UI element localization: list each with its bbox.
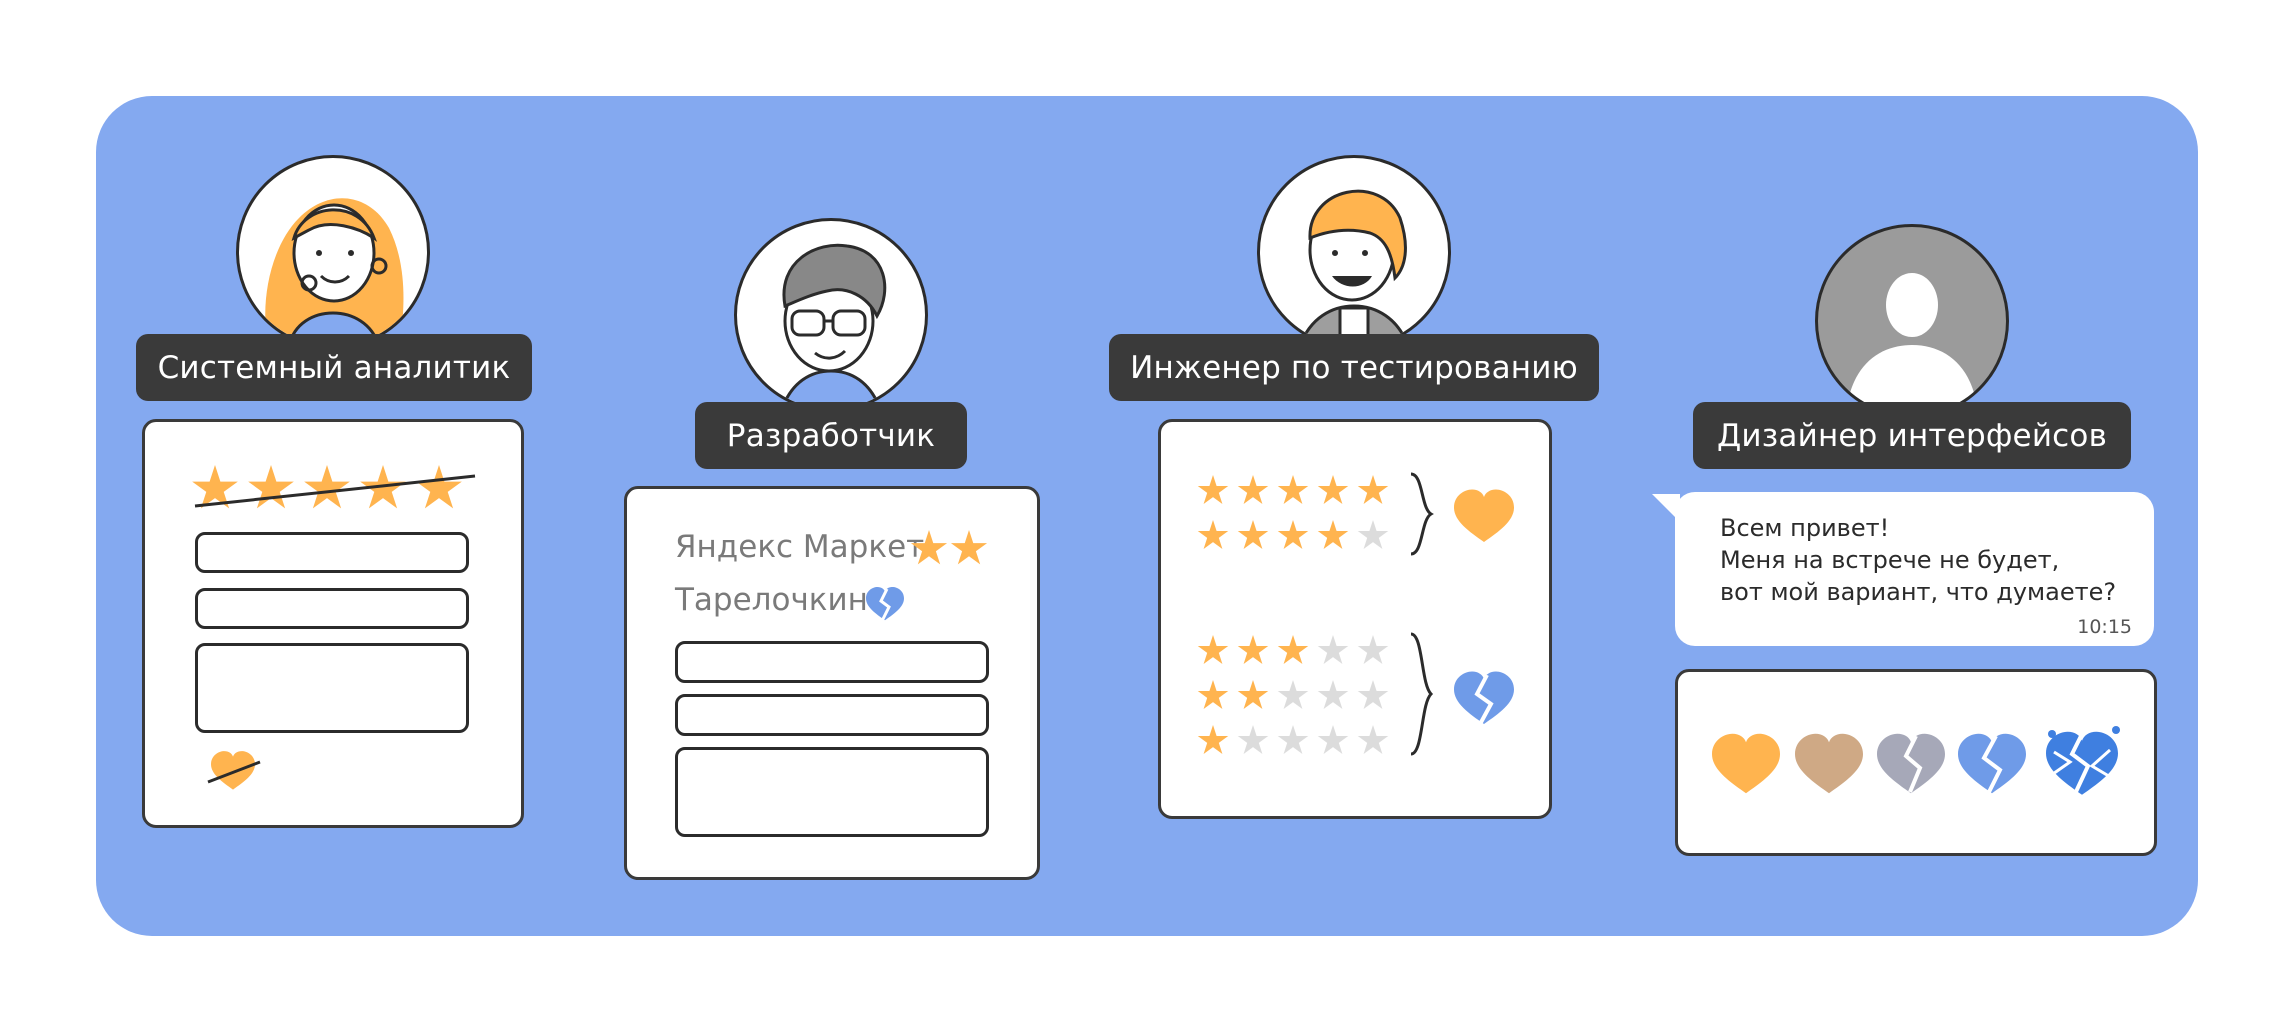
shattered-heart-icon xyxy=(2046,726,2120,797)
star-icon xyxy=(1197,680,1229,709)
developer-avatar xyxy=(734,218,928,412)
text-field xyxy=(675,694,989,736)
star-icon xyxy=(1277,475,1309,504)
role-label-tester: Инженер по тестированию xyxy=(1109,334,1599,401)
text-field xyxy=(675,641,989,683)
reaction-icons xyxy=(1712,726,2120,797)
tester-card xyxy=(1158,419,1552,819)
chat-message-bubble: Всем привет! Меня на встрече не будет, в… xyxy=(1675,492,2154,646)
star-icon xyxy=(1277,520,1309,549)
developer-illustration xyxy=(780,243,887,409)
role-label-developer: Разработчик xyxy=(695,402,967,469)
empty-star-icon xyxy=(1357,725,1389,754)
heart-icon xyxy=(1712,733,1780,794)
star-icon xyxy=(950,530,988,565)
star-icon xyxy=(1197,635,1229,664)
message-line: Всем привет! xyxy=(1720,514,1890,542)
crossed-heart-icon xyxy=(207,751,261,790)
user-placeholder-icon xyxy=(1846,273,1978,415)
star-icon xyxy=(1317,520,1349,549)
empty-star-icon xyxy=(1317,635,1349,664)
message-line: вот мой вариант, что думаете? xyxy=(1720,578,2117,606)
star-icon xyxy=(1277,635,1309,664)
role-label-analyst: Системный аналитик xyxy=(136,334,532,401)
empty-star-icon xyxy=(1277,680,1309,709)
product-name: Яндекс Маркет xyxy=(675,529,925,565)
brace xyxy=(1410,472,1434,556)
heart-icon xyxy=(1454,489,1514,542)
two-star-rating xyxy=(910,530,988,565)
tester-avatar xyxy=(1257,155,1451,349)
empty-star-icon xyxy=(1277,725,1309,754)
message-line: Меня на встрече не будет, xyxy=(1720,546,2060,574)
star-icon xyxy=(1237,475,1269,504)
empty-star-icon xyxy=(1357,635,1389,664)
empty-star-icon xyxy=(1357,680,1389,709)
star-icon xyxy=(248,465,294,509)
role-label-designer: Дизайнер интерфейсов xyxy=(1693,402,2131,469)
tester-illustration xyxy=(1298,189,1410,346)
star-icon xyxy=(1237,520,1269,549)
crossed-out-rating xyxy=(192,465,476,509)
broken-heart-icon xyxy=(1877,733,1945,794)
star-icon xyxy=(1317,475,1349,504)
product-name: Тарелочкин xyxy=(675,582,868,618)
star-icon xyxy=(416,465,462,509)
broken-heart-icon xyxy=(1958,733,2026,795)
text-area xyxy=(675,747,989,837)
analyst-illustration xyxy=(265,198,404,346)
high-rating-group xyxy=(1197,472,1514,556)
star-icon xyxy=(1197,475,1229,504)
designer-avatar xyxy=(1815,224,2009,418)
reactions-card xyxy=(1675,669,2157,856)
star-icon xyxy=(1237,635,1269,664)
broken-heart-icon xyxy=(1454,671,1514,727)
text-field xyxy=(195,532,469,573)
brace xyxy=(1410,632,1434,756)
analyst-avatar xyxy=(236,155,430,349)
empty-star-icon xyxy=(1237,725,1269,754)
star-icon xyxy=(1197,725,1229,754)
message-time: 10:15 xyxy=(2077,616,2132,638)
analyst-card xyxy=(142,419,524,828)
star-icon xyxy=(1197,520,1229,549)
empty-star-icon xyxy=(1317,725,1349,754)
empty-star-icon xyxy=(1357,520,1389,549)
rating-groups xyxy=(1197,472,1514,756)
broken-heart-icon xyxy=(866,586,904,622)
empty-star-icon xyxy=(1317,680,1349,709)
developer-card: Яндекс Маркет Тарелочкин xyxy=(624,486,1040,880)
star-icon xyxy=(304,465,350,509)
text-field xyxy=(195,588,469,629)
star-icon xyxy=(1357,475,1389,504)
text-area xyxy=(195,643,469,733)
star-icon xyxy=(910,530,948,565)
low-rating-group xyxy=(1197,632,1514,756)
heart-icon xyxy=(1795,733,1863,794)
star-icon xyxy=(1237,680,1269,709)
